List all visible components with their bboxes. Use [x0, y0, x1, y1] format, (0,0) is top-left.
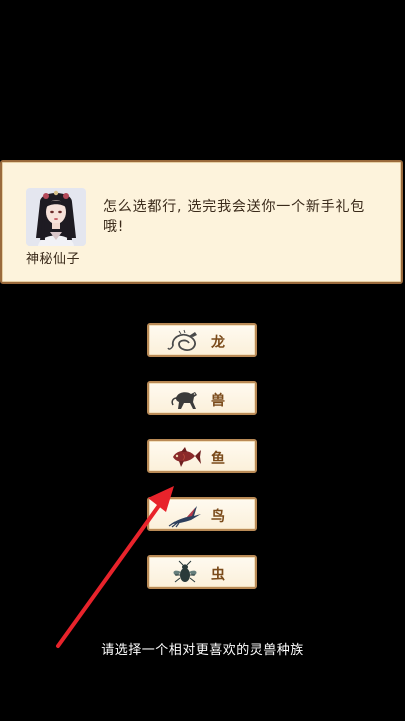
npc-avatar: [26, 188, 86, 246]
tutorial-arrow-icon: [56, 486, 174, 648]
choice-label: 龙: [211, 335, 225, 351]
choice-bird-button[interactable]: 鸟: [147, 497, 257, 531]
insect-icon: [173, 560, 197, 583]
beast-icon: [171, 392, 197, 409]
choice-label: 兽: [211, 393, 225, 409]
bird-icon: [168, 506, 201, 528]
choice-beast-button[interactable]: 兽: [147, 381, 257, 415]
game-screen: 神秘仙子 怎么选都行, 选完我会送你一个新手礼包哦! 龙 兽 鱼 鸟 虫 请选择…: [0, 0, 405, 721]
selection-prompt: 请选择一个相对更喜欢的灵兽种族: [101, 643, 304, 658]
choice-dragon-button[interactable]: 龙: [147, 323, 257, 357]
choice-label: 鱼: [211, 451, 225, 467]
npc-name: 神秘仙子: [26, 252, 81, 267]
choice-label: 鸟: [211, 509, 225, 525]
choice-label: 虫: [211, 567, 225, 583]
dragon-icon: [167, 329, 197, 351]
npc-dialog: 神秘仙子 怎么选都行, 选完我会送你一个新手礼包哦!: [0, 160, 403, 284]
fairy-portrait-icon: [26, 188, 86, 246]
dialog-text: 怎么选都行, 选完我会送你一个新手礼包哦!: [103, 199, 366, 235]
choice-fish-button[interactable]: 鱼: [147, 439, 257, 473]
choice-insect-button[interactable]: 虫: [147, 555, 257, 589]
fish-icon: [173, 447, 201, 467]
